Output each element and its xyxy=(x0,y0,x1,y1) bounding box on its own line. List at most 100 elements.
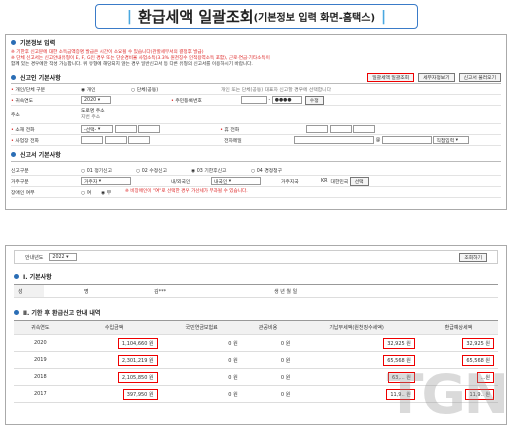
form-row-residence: 거주구분 거주자 ▾ 내/외국인 내국인 ▾ 거주지국 KR 대한민국 선택 xyxy=(11,176,501,187)
id-number-front-input[interactable] xyxy=(241,96,267,104)
cell-year: 2020 xyxy=(14,334,67,352)
nationality-select[interactable]: 내국인 ▾ xyxy=(211,177,261,185)
row-label: 신고구분 xyxy=(11,168,29,174)
person-section-title: 신고인 기본사항 xyxy=(20,75,61,82)
search-bar: 안내년도 2022 ▾ 조회하기 xyxy=(14,250,498,264)
cell-income: 2,105,850 원 xyxy=(117,371,158,383)
email-domain-select[interactable]: 직접입력 ▾ xyxy=(433,136,470,144)
bullet-icon xyxy=(14,274,19,279)
biz-phone-3-input[interactable] xyxy=(128,136,151,144)
banner-bar-right: | xyxy=(381,8,387,25)
cell-pension: 0 원 xyxy=(161,368,242,386)
col-cost: 관공비용 xyxy=(241,320,295,335)
mobile-1-input[interactable] xyxy=(306,125,329,133)
col-refund: 환급예상세액 xyxy=(418,320,498,335)
cell-year: 2017 xyxy=(14,385,67,403)
mobile-2-input[interactable] xyxy=(329,125,352,133)
title-banner: | 환급세액 일괄조회 (기본정보 입력 화면-홈택스) | xyxy=(95,4,418,29)
form-row-disability: 장애인 여부 ○ 여 ◉ 부 ※ 비장애인이 "여"로 선택한 경우 가산세가 … xyxy=(11,187,501,198)
id-number-back-input[interactable]: ●●●● xyxy=(271,96,302,104)
load-return-button[interactable]: 신고서 불러오기 xyxy=(458,73,501,82)
section-title: 기본정보 입력 xyxy=(20,40,56,47)
row-label: 개인/단체 구분 xyxy=(11,86,81,93)
bullet-icon xyxy=(14,310,19,315)
radio-group[interactable]: ○ 단체(공동) xyxy=(131,86,221,93)
phone-mid-input[interactable] xyxy=(114,125,137,133)
col-income: 수입금액 xyxy=(66,320,162,335)
residence-select[interactable]: 거주자 ▾ xyxy=(81,177,131,185)
radio-late[interactable]: ◉ 03 기한후신고 xyxy=(191,167,251,174)
radio-amended[interactable]: ○ 02 수정신고 xyxy=(136,167,191,174)
email-domain-input[interactable] xyxy=(381,136,432,144)
form-row-biz-phone: 사업장 전화 전자메일 @ 직접입력 ▾ xyxy=(11,135,501,146)
table-row: 2020 1,104,660 원 0 원 0 원 32,925 원 32,925… xyxy=(14,334,498,352)
country-name: 대한민국 xyxy=(330,179,349,185)
watermark-logo: TGN xyxy=(386,363,509,426)
row-label: 소재 전화 xyxy=(11,126,81,133)
cell-cost: 0 원 xyxy=(241,368,295,386)
radio-regular[interactable]: ○ 01 정기신고 xyxy=(81,167,136,174)
banner-subtitle: (기본정보 입력 화면-홈택스) xyxy=(253,13,376,24)
year-label: 안내년도 xyxy=(25,254,44,261)
cell-cost: 0 원 xyxy=(241,385,295,403)
bullet-icon xyxy=(11,152,16,157)
bulk-refund-inquiry-button[interactable]: 일괄세액 일괄조회 xyxy=(367,73,415,82)
form-row-report-type: 신고구분 ○ 01 정기신고 ○ 02 수정신고 ◉ 03 기한후신고 ○ 04… xyxy=(11,165,501,176)
cell-income: 397,950 원 xyxy=(122,388,158,400)
phone-area-select[interactable]: -선택- ▾ xyxy=(81,125,113,133)
header-first-name: 명 xyxy=(84,288,89,295)
notice-line-3: 함께 있는 경우에만 작성 가능합니다. 위 유형에 해당되지 않는 경우 일반… xyxy=(11,62,253,67)
cell-pension: 0 원 xyxy=(161,351,242,369)
at-sign: @ xyxy=(375,137,381,143)
cell-refund: 32,925 원 xyxy=(462,337,494,349)
row-label: 내/외국인 xyxy=(171,179,191,185)
row-label: 거주지국 xyxy=(281,179,299,185)
bullet-icon xyxy=(11,40,16,45)
radio-claim[interactable]: ○ 04 경정청구 xyxy=(251,167,282,174)
radio-individual[interactable]: ◉ 개인 xyxy=(81,86,131,93)
row-label: 거주구분 xyxy=(11,179,29,185)
country-code: KR xyxy=(321,178,328,184)
header-last-name: 성 xyxy=(14,285,44,297)
header-birthdate: 생 년 월 일 xyxy=(274,288,298,295)
banner-title: 환급세액 일괄조회 xyxy=(137,8,254,26)
radio-disabled-yes[interactable]: ○ 여 xyxy=(81,189,101,196)
type-hint: 개인 또는 단체(공동) 대표자 신고할 경우에 선택합니다 xyxy=(221,87,331,93)
cell-year: 2019 xyxy=(14,351,67,369)
bullet-icon xyxy=(11,75,16,80)
basic-info-row: 성 명 김*** 생 년 월 일 xyxy=(14,284,498,298)
col-pension: 국민연금보험료 xyxy=(161,320,242,335)
cell-income: 1,104,660 원 xyxy=(117,337,158,349)
cell-income: 2,301,219 원 xyxy=(117,354,158,366)
search-button[interactable]: 조회하기 xyxy=(459,252,487,262)
form-row-phone: 소재 전화 -선택- ▾ 휴 전화 xyxy=(11,124,501,135)
mobile-3-input[interactable] xyxy=(353,125,376,133)
country-select-button[interactable]: 선택 xyxy=(349,176,369,186)
row-label: 장애인 여부 xyxy=(11,190,35,196)
banner-bar-left: | xyxy=(126,8,132,25)
col-year: 귀속연도 xyxy=(14,320,67,335)
basic-section-title: Ⅰ. 기본사항 xyxy=(23,274,52,281)
biz-phone-2-input[interactable] xyxy=(104,136,127,144)
taxpayer-name: 김*** xyxy=(154,288,167,295)
row-label: 사업장 전화 xyxy=(11,137,81,144)
row-label: 귀속연도 xyxy=(11,97,81,104)
year-select[interactable]: 2020 ▾ xyxy=(81,96,111,104)
col-paid: 기납부세액(원천징수세액) xyxy=(294,320,419,335)
lot-address: 지번 주소 xyxy=(81,114,101,120)
form-row-type: 개인/단체 구분 ◉ 개인 ○ 단체(공동) 개인 또는 단체(공동) 대표자 … xyxy=(11,84,501,95)
taxpayer-info-button[interactable]: 세무자정보기 xyxy=(418,73,455,82)
row-label: 전자메일 xyxy=(224,138,242,144)
cell-cost: 0 원 xyxy=(241,334,295,352)
id-edit-button[interactable]: 수정 xyxy=(304,95,324,105)
email-id-input[interactable] xyxy=(294,136,375,144)
basic-info-panel: 기본정보 입력 ※ 기한후 신고분에 대한 소득금액증명 발급은 시간이 소요될… xyxy=(5,34,507,210)
form-row-address: 주소 도로명 주소 지번 주소 xyxy=(11,106,501,124)
form-row-year: 귀속연도 2020 ▾ 주민등록번호 - ●●●● 수정 xyxy=(11,95,501,106)
biz-phone-1-input[interactable] xyxy=(81,136,103,144)
cell-paid: 32,925 원 xyxy=(383,337,415,349)
guide-year-select[interactable]: 2022 ▾ xyxy=(49,253,78,261)
radio-disabled-no[interactable]: ◉ 부 xyxy=(101,189,121,196)
row-label: 휴 전화 xyxy=(220,126,306,133)
phone-end-input[interactable] xyxy=(138,125,161,133)
